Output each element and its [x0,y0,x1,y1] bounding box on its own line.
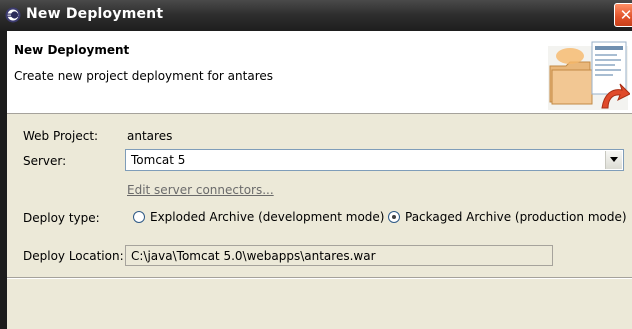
window-title: New Deployment [26,6,164,22]
edit-server-connectors-link[interactable]: Edit server connectors... [127,183,274,197]
title-bar[interactable]: New Deployment ✕ [0,0,632,31]
server-select[interactable]: Tomcat 5 [125,149,624,171]
radio-exploded-archive-label: Exploded Archive (development mode) [150,210,385,224]
radio-packaged-archive-label: Packaged Archive (production mode) [405,210,627,224]
server-label: Server: [23,154,67,168]
wizard-header: New Deployment Create new project deploy… [7,31,632,114]
web-project-label: Web Project: [23,129,99,143]
deploy-location-value: C:\java\Tomcat 5.0\webapps\antares.war [131,249,376,263]
new-deployment-dialog: New Deployment ✕ New Deployment Create n… [0,0,632,329]
header-title: New Deployment [14,43,130,57]
close-icon: ✕ [619,6,632,24]
web-project-value: antares [127,129,173,143]
radio-exploded-archive-control[interactable] [133,211,145,223]
chevron-down-icon[interactable] [605,151,622,169]
deploy-location-field[interactable]: C:\java\Tomcat 5.0\webapps\antares.war [125,245,553,266]
eclipse-icon [5,7,21,23]
deploy-type-label: Deploy type: [23,211,100,225]
deployment-wizard-graphic [548,41,630,110]
divider [7,277,632,279]
header-description: Create new project deployment for antare… [14,69,273,83]
close-button[interactable]: ✕ [614,3,632,27]
server-select-value: Tomcat 5 [131,153,186,167]
window-left-border [0,31,7,329]
radio-packaged-archive-control[interactable] [388,211,400,223]
deploy-location-label: Deploy Location: [23,249,124,263]
